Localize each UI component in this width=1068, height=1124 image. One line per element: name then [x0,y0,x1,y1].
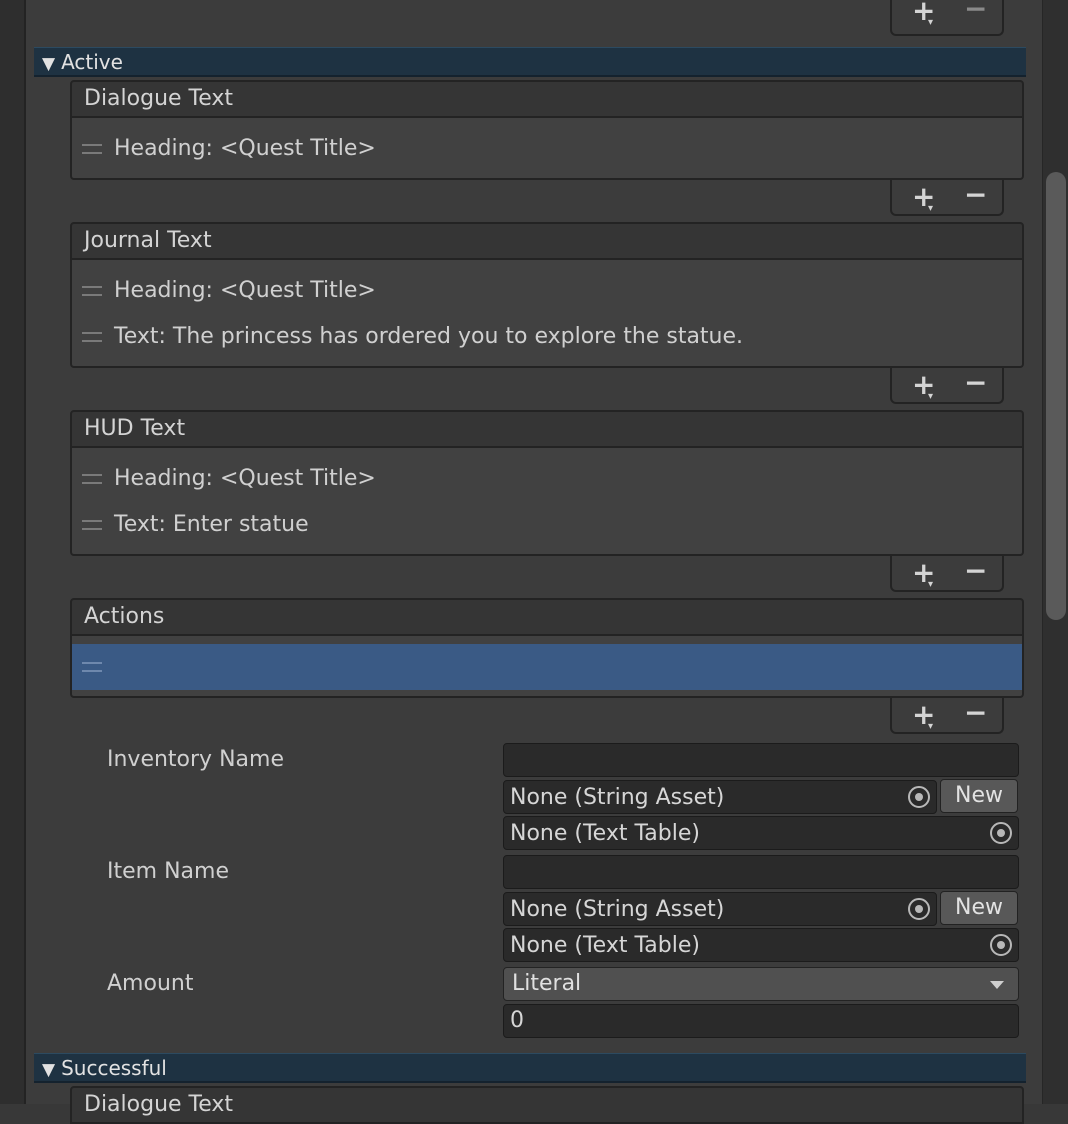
journal-text-list-header: Journal Text [70,222,1024,260]
chevron-down-icon [990,981,1004,989]
window-left-edge [0,0,26,1104]
remove-item-icon[interactable]: − [964,368,987,398]
amount-value-input[interactable]: 0 [503,1004,1019,1038]
successful-dialogue-text-list-header: Dialogue Text [70,1086,1024,1124]
actions-list [70,636,1024,698]
remove-item-icon[interactable]: − [964,180,987,210]
list-item[interactable]: Heading: <Quest Title> [72,126,1022,172]
dialogue-text-list-header: Dialogue Text [70,80,1024,118]
list-item[interactable]: Heading: <Quest Title> [72,456,1022,502]
journal-list-footer: + ▾ − [890,368,1004,404]
object-picker-icon[interactable] [908,786,930,808]
add-item-icon[interactable]: + ▾ [912,182,935,215]
drag-handle-icon[interactable] [82,286,102,296]
inventory-name-new-button[interactable]: New [940,779,1018,813]
item-name-text-table-field[interactable]: None (Text Table) [503,928,1019,962]
item-name-input[interactable] [503,855,1019,889]
actions-list-footer: + ▾ − [890,698,1004,734]
list-item-selected[interactable] [72,644,1022,690]
prev-list-footer: + ▾ − [890,0,1004,36]
object-picker-icon[interactable] [990,934,1012,956]
object-picker-icon[interactable] [908,898,930,920]
list-item[interactable]: Text: The princess has ordered you to ex… [72,314,1022,360]
drag-handle-icon[interactable] [82,520,102,530]
actions-list-header: Actions [70,598,1024,636]
remove-item-icon[interactable]: − [964,698,987,728]
inventory-name-text-table-field[interactable]: None (Text Table) [503,816,1019,850]
foldout-open-icon: ▼ [42,1060,56,1080]
foldout-open-icon: ▼ [42,54,56,74]
drag-handle-icon[interactable] [82,474,102,484]
hud-text-list: Heading: <Quest Title> Text: Enter statu… [70,448,1024,556]
inventory-name-string-asset-field[interactable]: None (String Asset) [503,780,937,814]
remove-item-icon[interactable]: − [964,556,987,586]
hud-list-footer: + ▾ − [890,556,1004,592]
dialogue-list-footer: + ▾ − [890,180,1004,216]
add-item-icon[interactable]: + ▾ [912,370,935,403]
list-item[interactable]: Text: Enter statue [72,502,1022,548]
foldout-label: Successful [61,1056,167,1080]
remove-item-icon[interactable]: − [964,0,987,24]
journal-text-list: Heading: <Quest Title> Text: The princes… [70,260,1024,368]
drag-handle-icon[interactable] [82,332,102,342]
inventory-name-input[interactable] [503,743,1019,777]
foldout-successful[interactable]: ▼ Successful [34,1053,1026,1083]
scrollbar-thumb[interactable] [1046,172,1066,620]
amount-mode-dropdown[interactable]: Literal [503,967,1019,1001]
foldout-label: Active [61,50,123,74]
list-item[interactable]: Heading: <Quest Title> [72,268,1022,314]
foldout-active[interactable]: ▼ Active [34,47,1026,77]
add-item-icon[interactable]: + ▾ [912,700,935,733]
add-item-icon[interactable]: + ▾ [912,0,935,28]
item-name-new-button[interactable]: New [940,891,1018,925]
inventory-name-label: Inventory Name [107,747,284,772]
item-name-label: Item Name [107,859,229,884]
drag-handle-icon[interactable] [82,144,102,154]
dialogue-text-list: Heading: <Quest Title> [70,118,1024,180]
drag-handle-icon[interactable] [82,662,102,672]
object-picker-icon[interactable] [990,822,1012,844]
item-name-string-asset-field[interactable]: None (String Asset) [503,892,937,926]
amount-label: Amount [107,971,194,996]
add-item-icon[interactable]: + ▾ [912,558,935,591]
hud-text-list-header: HUD Text [70,410,1024,448]
